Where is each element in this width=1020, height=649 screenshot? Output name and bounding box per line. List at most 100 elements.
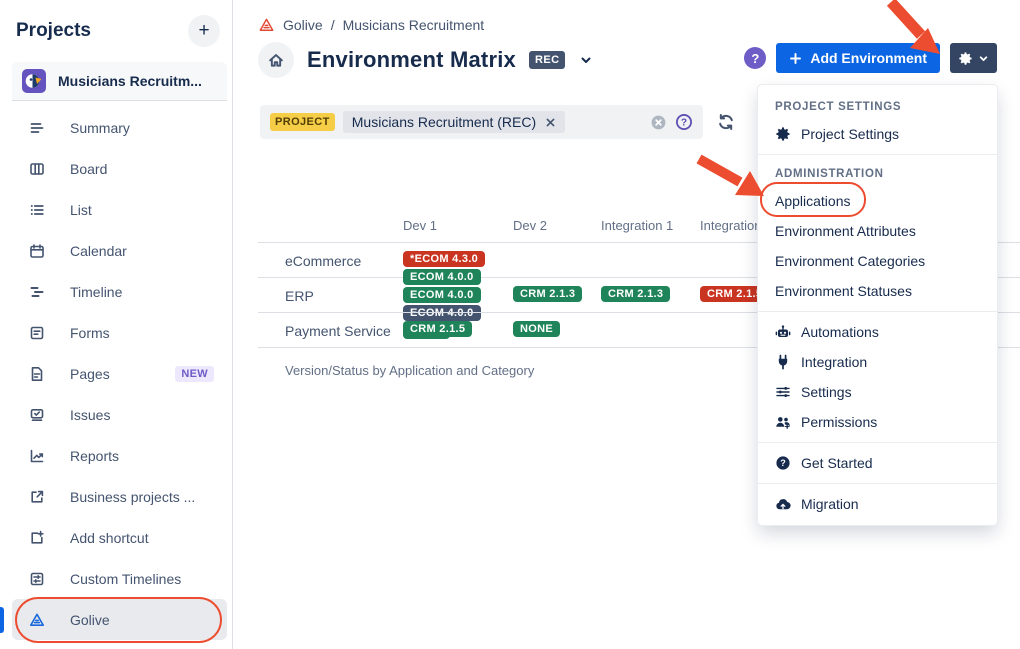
- matrix-column-header: Integration 1: [601, 218, 673, 233]
- gear-icon: [775, 126, 791, 142]
- dashboard-switcher-chevron-icon[interactable]: [578, 52, 594, 68]
- sidebar-item-label: Custom Timelines: [70, 571, 181, 587]
- project-filter-value: Musicians Recruitment (REC): [352, 114, 536, 130]
- sidebar-item-label: Issues: [70, 407, 110, 423]
- menu-item-label: Environment Statuses: [775, 283, 912, 299]
- menu-item-environment-attributes[interactable]: Environment Attributes: [758, 216, 997, 246]
- menu-item-applications[interactable]: Applications: [758, 186, 997, 216]
- menu-item-label: Project Settings: [801, 126, 899, 142]
- sidebar-item-add-shortcut[interactable]: Add shortcut: [0, 517, 232, 558]
- menu-item-environment-categories[interactable]: Environment Categories: [758, 246, 997, 276]
- matrix-cell: CRM 2.1.3: [513, 286, 582, 302]
- golive-icon: [28, 611, 46, 629]
- project-name: Musicians Recruitm...: [58, 73, 202, 89]
- menu-item-get-started[interactable]: ?Get Started: [758, 448, 997, 478]
- add-project-button[interactable]: +: [188, 15, 220, 47]
- project-filter-chip[interactable]: Musicians Recruitment (REC): [343, 111, 565, 133]
- sidebar-item-calendar[interactable]: Calendar: [0, 230, 232, 271]
- sidebar-item-label: List: [70, 202, 92, 218]
- add-environment-label: Add Environment: [810, 50, 927, 66]
- sidebar-item-label: Add shortcut: [70, 530, 149, 546]
- sidebar-item-timeline[interactable]: Timeline: [0, 271, 232, 312]
- sidebar: Projects + Musicians Recruitm... Summary…: [0, 0, 233, 649]
- add-environment-button[interactable]: Add Environment: [776, 43, 940, 73]
- svg-text:?: ?: [681, 117, 687, 128]
- env-version-badge[interactable]: CRM 2.1.3: [601, 286, 670, 302]
- menu-divider: [758, 442, 997, 443]
- project-card[interactable]: Musicians Recruitm...: [12, 62, 227, 101]
- summary-icon: [28, 119, 46, 137]
- sidebar-item-board[interactable]: Board: [0, 148, 232, 189]
- sidebar-item-custom-timelines[interactable]: Custom Timelines: [0, 558, 232, 599]
- menu-item-label: Settings: [801, 384, 852, 400]
- matrix-cell: CRM 2.1.5: [403, 321, 472, 337]
- menu-item-settings[interactable]: Settings: [758, 377, 997, 407]
- breadcrumb-app[interactable]: Golive: [283, 17, 323, 33]
- custom-timelines-icon: [28, 570, 46, 588]
- menu-divider: [758, 154, 997, 155]
- sidebar-item-list[interactable]: List: [0, 189, 232, 230]
- page-title: Environment Matrix: [307, 47, 516, 73]
- sidebar-item-reports[interactable]: Reports: [0, 435, 232, 476]
- list-icon: [28, 201, 46, 219]
- sidebar-item-label: Forms: [70, 325, 110, 341]
- menu-item-label: Migration: [801, 496, 859, 512]
- remove-filter-icon[interactable]: [545, 117, 556, 128]
- people-gear-icon: [775, 414, 791, 430]
- reports-icon: [28, 447, 46, 465]
- sidebar-item-golive[interactable]: Golive: [12, 599, 227, 640]
- sidebar-item-business-projects[interactable]: Business projects ...: [0, 476, 232, 517]
- matrix-column-header: Dev 1: [403, 218, 437, 233]
- sidebar-item-label: Summary: [70, 120, 130, 136]
- sidebar-item-pages[interactable]: PagesNEW: [0, 353, 232, 394]
- sidebar-item-issues[interactable]: Issues: [0, 394, 232, 435]
- menu-item-automations[interactable]: Automations: [758, 317, 997, 347]
- menu-item-project-settings[interactable]: Project Settings: [758, 119, 997, 149]
- settings-dropdown-menu: PROJECT SETTINGS Project Settings ADMINIST…: [758, 85, 997, 525]
- question-circle-icon: ?: [775, 455, 791, 471]
- filter-type-lozenge: PROJECT: [270, 113, 335, 131]
- menu-section-heading: PROJECT SETTINGS: [758, 93, 997, 119]
- breadcrumb-separator: /: [331, 17, 335, 33]
- sidebar-item-label: Calendar: [70, 243, 127, 259]
- menu-item-label: Applications: [775, 193, 851, 209]
- cloud-upload-icon: [775, 496, 791, 512]
- menu-item-integration[interactable]: Integration: [758, 347, 997, 377]
- env-version-badge[interactable]: NONE: [513, 321, 560, 337]
- robot-icon: [775, 324, 791, 340]
- sidebar-nav: Summary Board List Calendar Timeline Forms Pag…: [0, 107, 232, 640]
- app-window: Projects + Musicians Recruitm... Summary…: [0, 0, 1020, 649]
- menu-item-migration[interactable]: Migration: [758, 489, 997, 519]
- filter-help-icon[interactable]: ?: [675, 113, 693, 131]
- matrix-cell: CRM 2.1.3: [601, 286, 670, 302]
- toolbar: ? Add Environment: [744, 43, 997, 73]
- plus-icon: [789, 52, 802, 65]
- help-button[interactable]: ?: [744, 47, 766, 69]
- env-version-badge[interactable]: *ECOM 4.3.0: [403, 251, 485, 267]
- sidebar-item-summary[interactable]: Summary: [0, 107, 232, 148]
- sidebar-item-forms[interactable]: Forms: [0, 312, 232, 353]
- refresh-icon[interactable]: [717, 113, 735, 131]
- gear-icon: [958, 51, 973, 66]
- menu-section-heading: ADMINISTRATION: [758, 160, 997, 186]
- sidebar-title: Projects: [16, 20, 91, 42]
- svg-text:?: ?: [780, 458, 786, 468]
- env-version-badge[interactable]: CRM 2.1.5: [403, 321, 472, 337]
- menu-item-label: Integration: [801, 354, 867, 370]
- clear-filters-icon[interactable]: [650, 114, 667, 131]
- project-avatar: [22, 69, 46, 93]
- sidebar-header: Projects +: [0, 0, 232, 48]
- filter-bar[interactable]: PROJECT Musicians Recruitment (REC) ?: [260, 105, 703, 139]
- filter-row: PROJECT Musicians Recruitment (REC) ?: [260, 105, 735, 139]
- add-shortcut-icon: [28, 529, 46, 547]
- menu-item-label: Environment Attributes: [775, 223, 916, 239]
- sliders-icon: [775, 384, 791, 400]
- chevron-down-icon: [977, 52, 990, 65]
- sidebar-item-label: Reports: [70, 448, 119, 464]
- menu-item-environment-statuses[interactable]: Environment Statuses: [758, 276, 997, 306]
- menu-item-permissions[interactable]: Permissions: [758, 407, 997, 437]
- breadcrumb-project[interactable]: Musicians Recruitment: [343, 17, 485, 33]
- settings-gear-button[interactable]: [950, 43, 997, 73]
- home-button[interactable]: [258, 42, 294, 78]
- env-version-badge[interactable]: CRM 2.1.3: [513, 286, 582, 302]
